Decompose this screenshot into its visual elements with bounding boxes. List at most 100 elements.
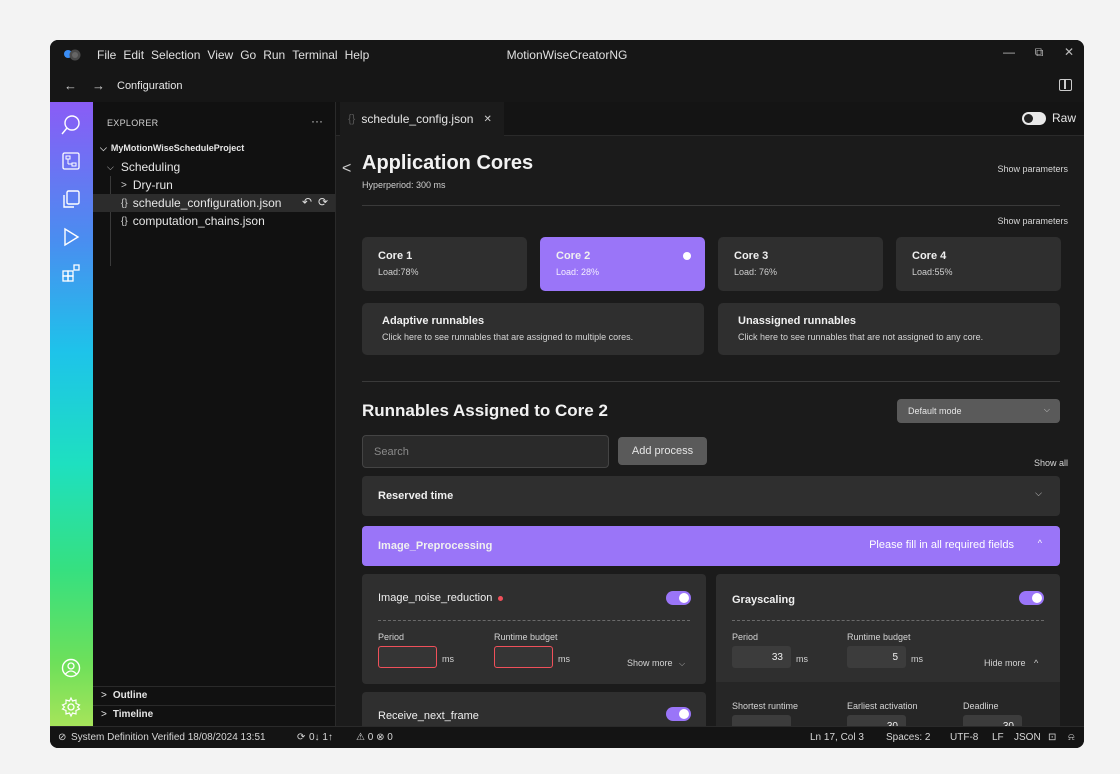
problems-status[interactable]: ⚠ 0 ⊗ 0 <box>356 732 393 743</box>
card-title: Adaptive runnables <box>382 315 485 327</box>
breadcrumb[interactable]: Configuration <box>117 80 182 92</box>
tree-file-schedule-configuration[interactable]: {} schedule_configuration.json ↶ ⟳ <box>93 194 335 212</box>
notifications-bell-icon[interactable]: ⍾ <box>1068 732 1075 743</box>
explorer-sidebar: EXPLORER ··· ⌵ MyMotionWiseScheduleProje… <box>93 102 336 726</box>
indentation-status[interactable]: Spaces: 2 <box>886 732 930 743</box>
menu-go[interactable]: Go <box>240 48 256 62</box>
app-logo-icon <box>64 49 81 61</box>
account-icon[interactable] <box>60 657 82 679</box>
tree-folder-scheduling[interactable]: ⌵ Scheduling <box>93 158 335 176</box>
search-icon[interactable] <box>60 114 82 136</box>
collapse-chevron-icon[interactable]: < <box>342 160 351 178</box>
period-input[interactable]: 33 <box>732 646 791 668</box>
dashed-divider <box>378 620 690 621</box>
chevron-down-icon: ⌵ <box>107 161 114 172</box>
tab-schedule-config[interactable]: {} schedule_config.json ✕ <box>340 102 504 136</box>
reserved-time-accordion[interactable]: Reserved time ⌵ <box>362 476 1060 516</box>
window-controls: — ⧉ ✕ <box>1002 45 1076 60</box>
unit-label: ms <box>796 654 808 664</box>
advanced-parameters-panel: Shortest runtime ms Earliest activation … <box>716 682 1060 726</box>
more-actions-icon[interactable]: ··· <box>311 114 323 128</box>
show-parameters-link[interactable]: Show parameters <box>997 216 1068 226</box>
earliest-activation-input[interactable]: 30 <box>847 715 906 726</box>
menu-file[interactable]: File <box>97 48 116 62</box>
undo-icon[interactable]: ↶ <box>302 195 312 209</box>
mode-select[interactable]: Default mode ⌵ <box>897 399 1060 423</box>
tree-file-computation-chains[interactable]: {} computation_chains.json <box>93 212 335 230</box>
back-arrow-icon[interactable]: ← <box>64 78 77 93</box>
chevron-down-icon: ⌵ <box>100 142 107 153</box>
verified-check-icon: ⊘ <box>58 732 67 743</box>
core-card-4[interactable]: Core 4 Load:55% <box>896 237 1061 291</box>
enable-toggle[interactable] <box>666 591 691 605</box>
schedule-icon[interactable] <box>60 150 82 172</box>
shortest-runtime-input[interactable] <box>732 715 791 726</box>
runnable-name: Receive_next_frame <box>378 710 479 722</box>
enable-toggle[interactable] <box>666 707 691 721</box>
show-parameters-link[interactable]: Show parameters <box>997 164 1068 174</box>
config-content: < Application Cores Hyperperiod: 300 ms … <box>336 136 1084 726</box>
core-card-1[interactable]: Core 1 Load:78% <box>362 237 527 291</box>
file-label: computation_chains.json <box>132 214 265 228</box>
tree-folder-dry-run[interactable]: > Dry-run <box>93 176 335 194</box>
runnable-title: Image_noise_reduction <box>378 592 504 604</box>
sync-status[interactable]: 0↓ 1↑ <box>309 732 333 743</box>
menu-edit[interactable]: Edit <box>123 48 144 62</box>
show-more-link[interactable]: Show more ⌵ <box>627 658 685 669</box>
unit-label: ms <box>442 654 454 664</box>
raw-switch[interactable] <box>1021 111 1046 125</box>
cursor-position[interactable]: Ln 17, Col 3 <box>810 732 864 743</box>
menu-help[interactable]: Help <box>345 48 370 62</box>
menu-terminal[interactable]: Terminal <box>292 48 337 62</box>
language-status[interactable]: JSON <box>1014 732 1041 743</box>
raw-toggle[interactable]: Raw <box>1021 111 1076 125</box>
runtime-budget-input[interactable]: 5 <box>847 646 906 668</box>
core-card-2[interactable]: Core 2 Load: 28% <box>540 237 705 291</box>
sync-icon[interactable]: ⟳ <box>297 732 305 743</box>
panel-toggle-icon[interactable] <box>1059 79 1072 91</box>
forward-arrow-icon[interactable]: → <box>92 78 105 93</box>
add-process-button[interactable]: Add process <box>618 437 707 465</box>
unassigned-runnables-card[interactable]: Unassigned runnables Click here to see r… <box>718 303 1060 355</box>
menu-view[interactable]: View <box>207 48 233 62</box>
mode-value: Default mode <box>908 406 962 416</box>
core-name: Core 3 <box>734 250 769 262</box>
period-input[interactable] <box>378 646 437 668</box>
image-preprocessing-accordion[interactable]: Image_Preprocessing Please fill in all r… <box>362 526 1060 566</box>
extensions-icon[interactable] <box>60 262 82 284</box>
verification-status[interactable]: System Definition Verified 18/08/2024 13… <box>71 732 266 743</box>
core-card-3[interactable]: Core 3 Load: 76% <box>718 237 883 291</box>
show-all-link[interactable]: Show all <box>1034 458 1068 468</box>
deadline-input[interactable]: 30 <box>963 715 1022 726</box>
timeline-label: Timeline <box>112 709 154 720</box>
accordion-title: Image_Preprocessing <box>378 540 493 552</box>
outline-section[interactable]: > Outline <box>93 686 335 704</box>
eol-status[interactable]: LF <box>992 732 1004 743</box>
tree-project[interactable]: ⌵ MyMotionWiseScheduleProject <box>93 139 335 157</box>
runnable-card-grayscaling: Grayscaling Period 33 ms Runtime budget … <box>716 574 1060 726</box>
sync-icon[interactable]: ⟳ <box>318 195 328 209</box>
enable-toggle[interactable] <box>1019 591 1044 605</box>
close-icon[interactable]: ✕ <box>1062 45 1076 60</box>
unit-label: ms <box>558 654 570 664</box>
earliest-activation-label: Earliest activation <box>847 701 918 711</box>
terminal-icon[interactable]: ⊡ <box>1048 732 1056 743</box>
hide-more-link[interactable]: Hide more ^ <box>984 658 1038 668</box>
card-description: Click here to see runnables that are not… <box>738 332 984 342</box>
search-input[interactable]: Search <box>362 435 609 468</box>
settings-gear-icon[interactable] <box>60 696 82 718</box>
explorer-icon[interactable] <box>60 188 82 210</box>
runnable-name: Image_noise_reduction <box>378 592 493 604</box>
restore-icon[interactable]: ⧉ <box>1032 45 1046 60</box>
runtime-budget-input[interactable] <box>494 646 553 668</box>
run-icon[interactable] <box>60 226 82 248</box>
tab-close-icon[interactable]: ✕ <box>483 114 491 125</box>
adaptive-runnables-card[interactable]: Adaptive runnables Click here to see run… <box>362 303 704 355</box>
menu-run[interactable]: Run <box>263 48 285 62</box>
minimize-icon[interactable]: — <box>1002 45 1016 60</box>
encoding-status[interactable]: UTF-8 <box>950 732 978 743</box>
menu-bar: File Edit Selection View Go Run Terminal… <box>97 40 369 70</box>
timeline-section[interactable]: > Timeline <box>93 705 335 723</box>
app-window: File Edit Selection View Go Run Terminal… <box>50 40 1084 748</box>
menu-selection[interactable]: Selection <box>151 48 200 62</box>
